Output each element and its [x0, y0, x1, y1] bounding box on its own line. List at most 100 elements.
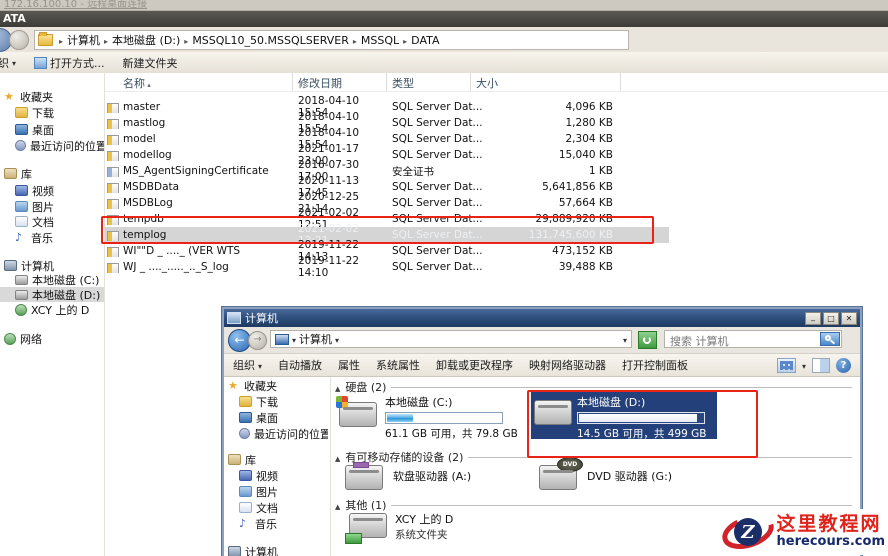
- collapse-arrow-icon[interactable]: [335, 499, 340, 512]
- hard-drive-icon: [336, 396, 377, 427]
- file-row[interactable]: MS_AgentSigningCertificate 2016-07-30 17:…: [105, 159, 669, 183]
- open-with-button[interactable]: 打开方式...: [34, 55, 105, 71]
- column-header-name[interactable]: 名称: [105, 73, 293, 91]
- open-with-icon: [34, 56, 48, 69]
- computer-icon: [275, 333, 289, 345]
- navigation-pane: 收藏夹 下载 桌面 最近访问的位置 库 视频 图片 文档 音乐 计算机: [224, 377, 331, 556]
- sql-file-icon: [107, 151, 119, 161]
- documents-icon: [15, 216, 28, 227]
- address-dropdown-icon[interactable]: [623, 333, 627, 346]
- file-row[interactable]: WJ _ ...._....._.._S_log 2019-11-22 14:10…: [105, 255, 669, 279]
- sidebar-item-music[interactable]: 音乐: [0, 230, 104, 245]
- chevron-down-icon[interactable]: [802, 359, 806, 372]
- chevron-down-icon: [258, 359, 262, 372]
- change-view-icon[interactable]: [776, 357, 796, 373]
- computer-icon: [4, 260, 17, 271]
- documents-icon: [239, 502, 252, 513]
- file-row[interactable]: MSDBLog 2020-12-25 21:14 SQL Server Dat...…: [105, 191, 669, 215]
- drive-tile-dvd-g[interactable]: DVD 驱动器 (G:): [537, 457, 717, 495]
- sidebar-item-xcy-d[interactable]: XCY 上的 D: [0, 302, 104, 317]
- computer-window-toolbar: 组织 自动播放 属性 系统属性 卸载或更改程序 映射网络驱动器 打开控制面板: [224, 354, 860, 377]
- sidebar-item-music[interactable]: 音乐: [224, 516, 328, 531]
- file-row[interactable]: WI""D _ ...._ (VER WTS 2019-11-22 14:13 SQ…: [105, 239, 669, 263]
- collapse-arrow-icon[interactable]: [335, 451, 340, 464]
- sidebar-item-recent-places[interactable]: 最近访问的位置: [224, 426, 328, 441]
- sidebar-item-computer[interactable]: 计算机: [0, 258, 104, 273]
- collapse-arrow-icon[interactable]: [335, 381, 340, 394]
- sidebar-item-disk-c[interactable]: 本地磁盘 (C:): [0, 272, 104, 287]
- autoplay-button[interactable]: 自动播放: [278, 357, 322, 373]
- column-header-size[interactable]: 大小: [471, 73, 621, 91]
- sidebar-item-desktop[interactable]: 桌面: [224, 410, 328, 425]
- open-control-panel-button[interactable]: 打开控制面板: [622, 357, 688, 373]
- column-header-date[interactable]: 修改日期: [293, 73, 387, 91]
- sidebar-item-libraries[interactable]: 库: [0, 166, 104, 181]
- search-placeholder: 搜索 计算机: [670, 335, 729, 348]
- system-properties-button[interactable]: 系统属性: [376, 357, 420, 373]
- sidebar-item-network[interactable]: 网络: [0, 331, 104, 346]
- sidebar-item-libraries[interactable]: 库: [224, 452, 328, 467]
- drive-tile-c[interactable]: 本地磁盘 (C:) 61.1 GB 可用，共 79.8 GB: [336, 394, 529, 442]
- breadcrumb-data[interactable]: DATA: [411, 34, 439, 47]
- file-row[interactable]: mastlog 2018-04-10 15:54 SQL Server Dat...…: [105, 111, 669, 135]
- drive-label: XCY 上的 D: [395, 513, 454, 526]
- properties-button[interactable]: 属性: [338, 357, 360, 373]
- breadcrumb-computer[interactable]: 计算机: [67, 32, 100, 48]
- sidebar-item-disk-d[interactable]: 本地磁盘 (D:): [0, 287, 104, 302]
- data-window-title: ATA: [3, 12, 26, 25]
- file-row[interactable]: master 2018-04-10 15:54 SQL Server Dat... 4…: [105, 95, 669, 119]
- breadcrumb-computer[interactable]: 计算机: [299, 331, 332, 347]
- file-row[interactable]: model 2018-04-10 15:54 SQL Server Dat... 2,…: [105, 127, 669, 151]
- uninstall-program-button[interactable]: 卸载或更改程序: [436, 357, 513, 373]
- remote-desktop-bar: 172.16.100.10 - 远程桌面连接: [0, 0, 888, 11]
- libraries-icon: [4, 168, 17, 179]
- sidebar-item-favorites[interactable]: 收藏夹: [224, 378, 328, 393]
- sidebar-item-desktop[interactable]: 桌面: [0, 122, 104, 137]
- breadcrumb-mssql10[interactable]: MSSQL10_50.MSSQLSERVER: [192, 34, 349, 47]
- search-icon[interactable]: [820, 332, 840, 346]
- sql-file-icon: [107, 103, 119, 113]
- navigation-pane: 收藏夹 下载 桌面 最近访问的位置 库 视频 图片 文档 音乐 计算机 本地磁盘…: [0, 73, 105, 556]
- sidebar-item-recent-places[interactable]: 最近访问的位置: [0, 138, 104, 153]
- sidebar-item-downloads[interactable]: 下载: [0, 105, 104, 120]
- sidebar-item-pictures[interactable]: 图片: [224, 484, 328, 499]
- sidebar-item-computer[interactable]: 计算机: [224, 544, 328, 556]
- preview-pane-icon[interactable]: [812, 357, 830, 373]
- drive-tile-floppy-a[interactable]: 软盘驱动器 (A:): [343, 461, 523, 495]
- minimize-button[interactable]: [805, 311, 821, 325]
- breadcrumb-mssql[interactable]: MSSQL: [361, 34, 399, 47]
- drive-tile-xcy-d[interactable]: XCY 上的 D 系统文件夹: [345, 509, 547, 551]
- forward-button[interactable]: [9, 30, 29, 50]
- sidebar-item-videos[interactable]: 视频: [224, 468, 328, 483]
- sidebar-item-videos[interactable]: 视频: [0, 183, 104, 198]
- search-input[interactable]: 搜索 计算机: [664, 330, 842, 348]
- sidebar-item-documents[interactable]: 文档: [0, 214, 104, 229]
- sidebar-item-pictures[interactable]: 图片: [0, 199, 104, 214]
- sidebar-item-documents[interactable]: 文档: [224, 500, 328, 515]
- new-folder-button[interactable]: 新建文件夹: [123, 55, 178, 71]
- sidebar-item-downloads[interactable]: 下载: [224, 394, 328, 409]
- breadcrumb-separator-icon: [399, 34, 411, 47]
- section-divider: [391, 504, 852, 506]
- sidebar-item-favorites[interactable]: 收藏夹: [0, 89, 104, 104]
- address-field[interactable]: 计算机 本地磁盘 (D:) MSSQL10_50.MSSQLSERVER MSS…: [34, 30, 629, 50]
- certificate-file-icon: [107, 167, 119, 177]
- help-icon[interactable]: [836, 357, 851, 373]
- column-header-type[interactable]: 类型: [387, 73, 471, 91]
- organize-button[interactable]: 组织: [233, 357, 262, 373]
- star-icon: [4, 91, 16, 102]
- sql-file-icon: [107, 247, 119, 257]
- map-network-drive-button[interactable]: 映射网络驱动器: [529, 357, 606, 373]
- file-row[interactable]: MSDBData 2020-11-13 17:45 SQL Server Dat..…: [105, 175, 669, 199]
- disk-drive-icon: [15, 274, 28, 285]
- address-field[interactable]: 计算机: [270, 330, 632, 348]
- close-button[interactable]: [841, 311, 857, 325]
- breadcrumb-disk-d[interactable]: 本地磁盘 (D:): [112, 32, 180, 48]
- forward-button[interactable]: [248, 331, 267, 350]
- maximize-button[interactable]: [823, 311, 839, 325]
- network-plug-icon: [345, 533, 362, 544]
- refresh-button[interactable]: [638, 331, 657, 349]
- organize-button[interactable]: 组织: [0, 55, 16, 71]
- highlight-box-disk-d: [527, 390, 758, 458]
- file-row[interactable]: modellog 2021-01-17 23:00 SQL Server Dat..…: [105, 143, 669, 167]
